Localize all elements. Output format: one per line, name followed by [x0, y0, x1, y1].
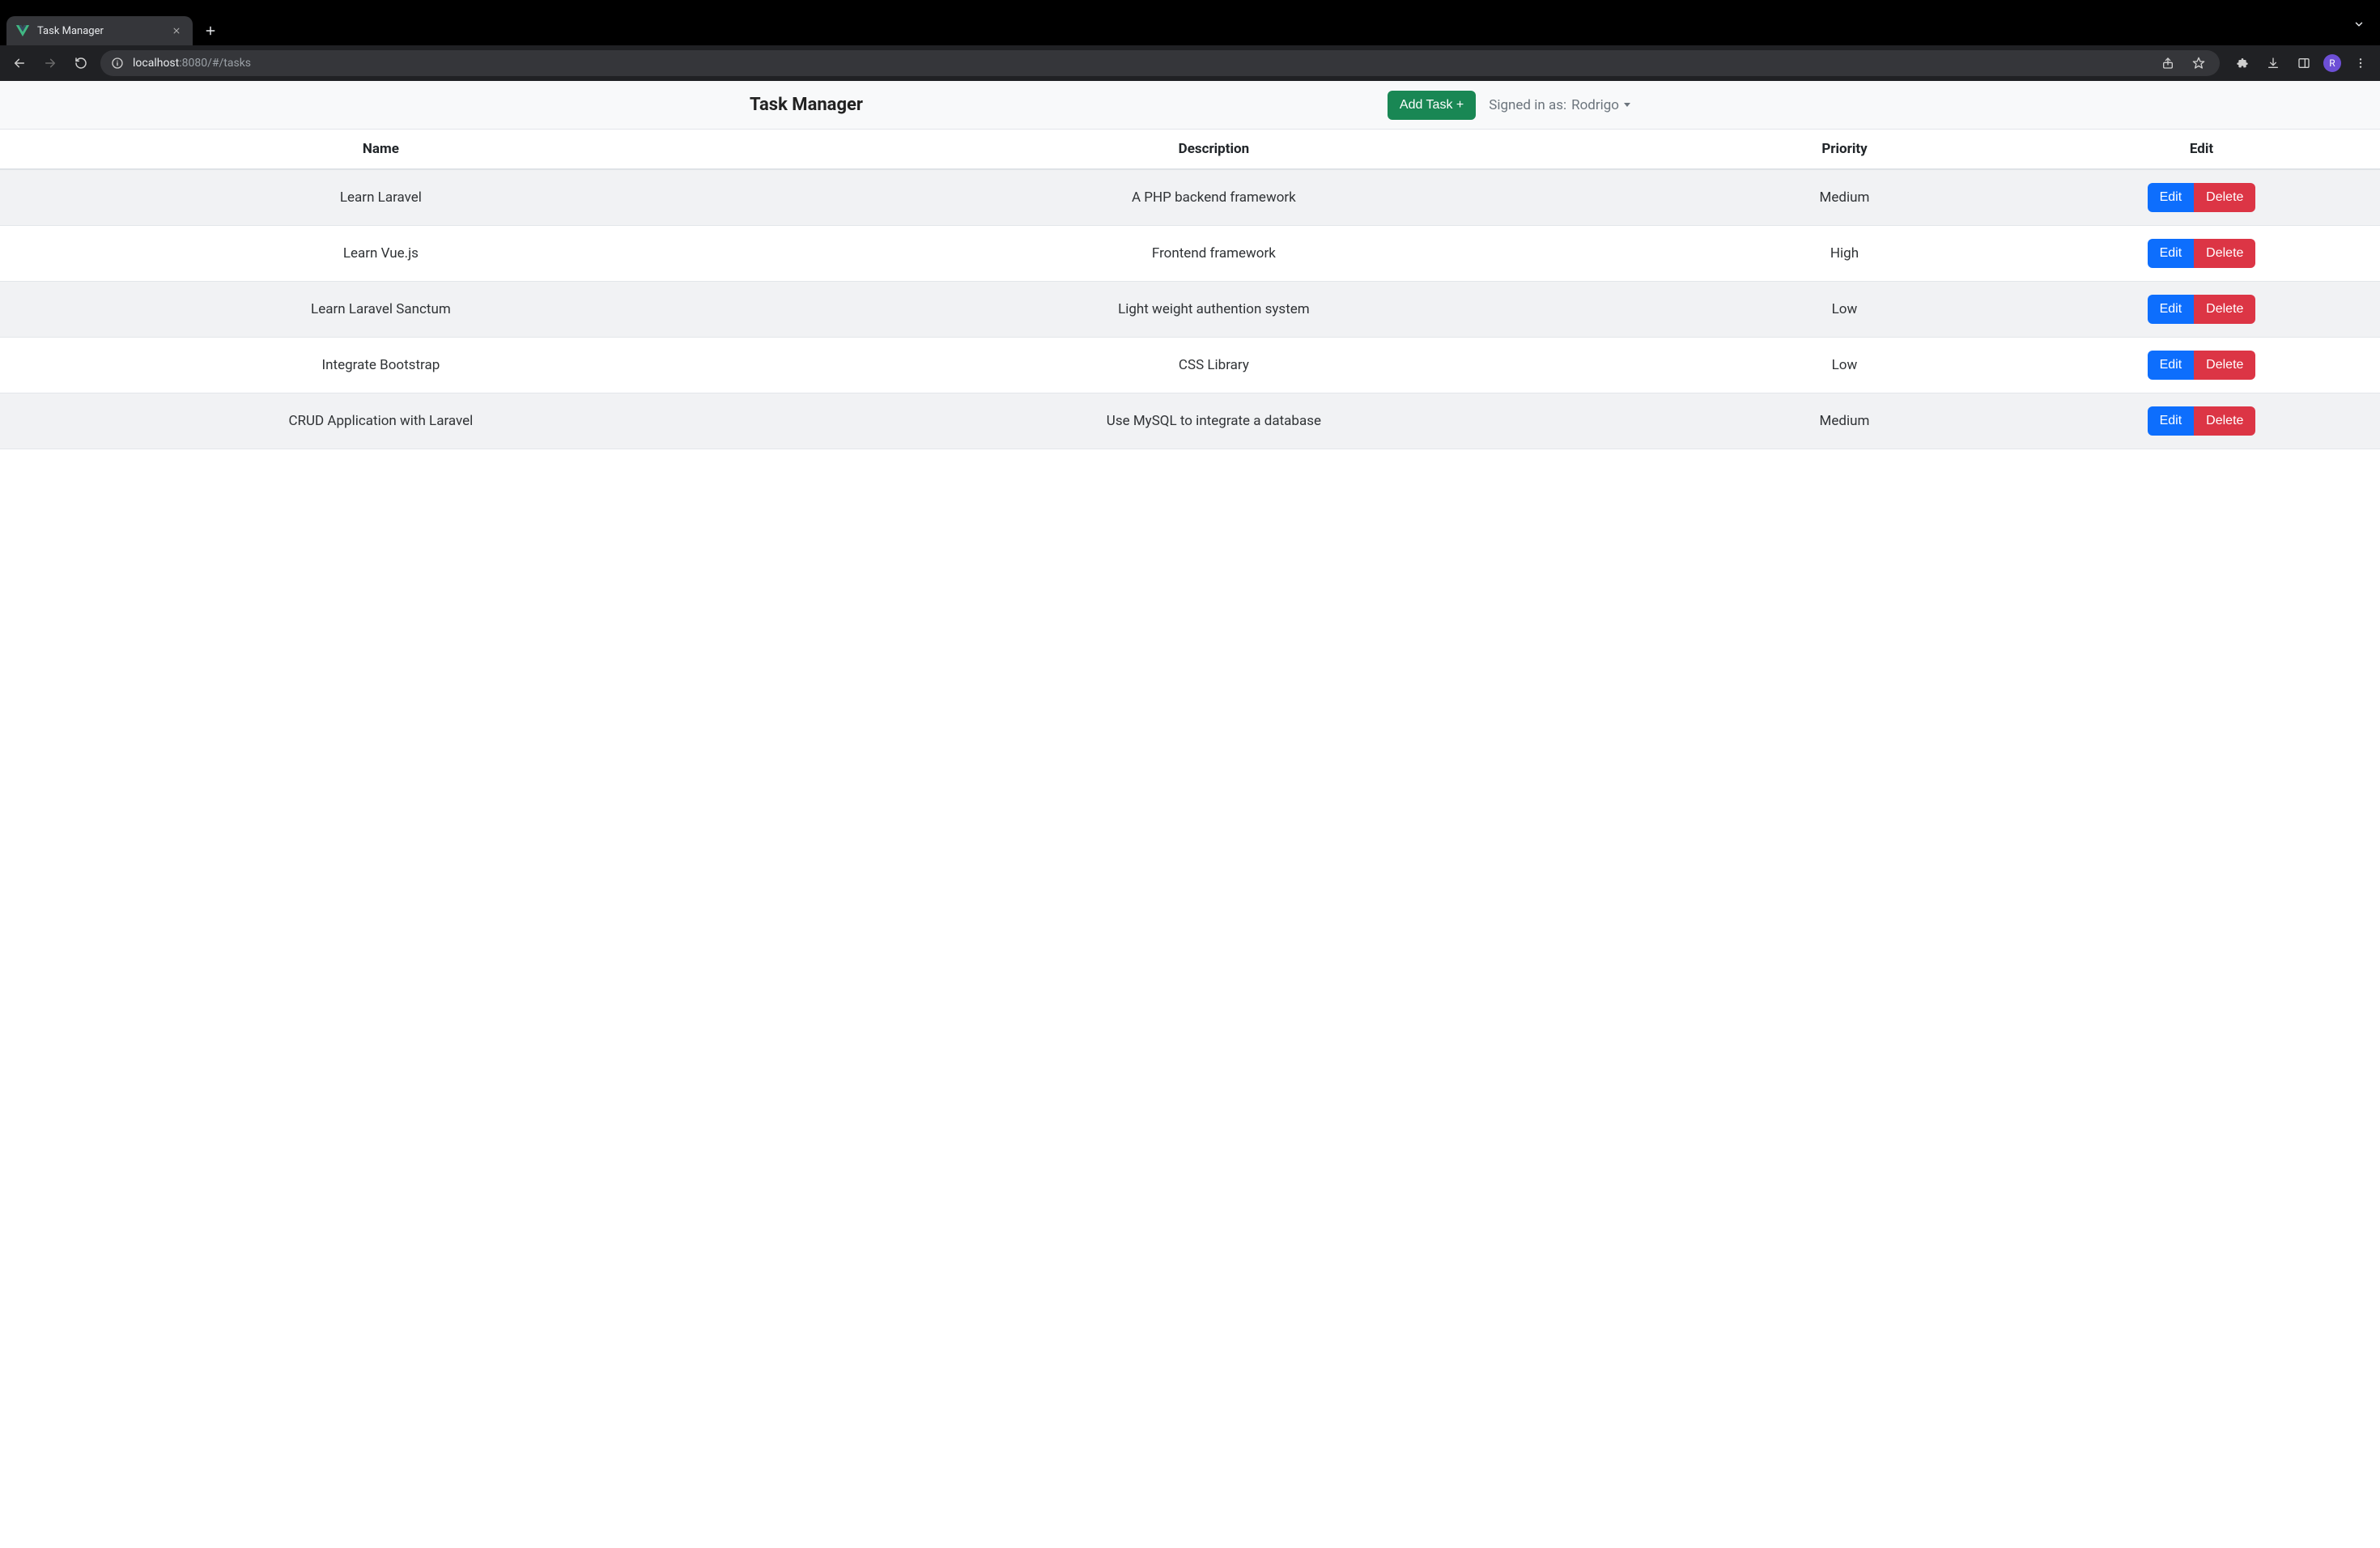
add-task-button[interactable]: Add Task + — [1388, 91, 1476, 120]
edit-button[interactable]: Edit — [2148, 406, 2195, 436]
edit-button[interactable]: Edit — [2148, 183, 2195, 212]
col-header-name: Name — [0, 130, 762, 169]
browser-tab-title: Task Manager — [37, 25, 162, 37]
profile-avatar[interactable]: R — [2323, 54, 2341, 72]
cell-description: Frontend framework — [762, 226, 1666, 282]
forward-button[interactable] — [39, 52, 62, 74]
edit-button[interactable]: Edit — [2148, 351, 2195, 380]
url-path: :8080/#/tasks — [179, 57, 251, 70]
delete-button[interactable]: Delete — [2194, 239, 2255, 268]
delete-button[interactable]: Delete — [2194, 406, 2255, 436]
cell-priority: Medium — [1666, 169, 2023, 226]
col-header-priority: Priority — [1666, 130, 2023, 169]
browser-chrome: Task Manager — [0, 0, 2380, 81]
delete-button[interactable]: Delete — [2194, 183, 2255, 212]
cell-name: Learn Laravel — [0, 169, 762, 226]
col-header-edit: Edit — [2023, 130, 2380, 169]
toolbar-right: R — [2228, 52, 2372, 74]
cell-description: Use MySQL to integrate a database — [762, 393, 1666, 449]
signed-in-prefix: Signed in as: — [1489, 97, 1566, 113]
cell-name: Learn Vue.js — [0, 226, 762, 282]
row-actions: EditDelete — [2148, 183, 2256, 212]
table-row: Learn LaravelA PHP backend frameworkMedi… — [0, 169, 2380, 226]
cell-name: Integrate Bootstrap — [0, 338, 762, 393]
row-actions: EditDelete — [2148, 239, 2256, 268]
edit-button[interactable]: Edit — [2148, 239, 2195, 268]
caret-down-icon — [1624, 103, 1630, 107]
col-header-description: Description — [762, 130, 1666, 169]
user-menu[interactable]: Signed in as: Rodrigo — [1489, 97, 1630, 113]
site-info-icon[interactable] — [110, 56, 125, 70]
tasks-table: Name Description Priority Edit Learn Lar… — [0, 130, 2380, 449]
side-panel-icon[interactable] — [2293, 52, 2315, 74]
profile-avatar-initial: R — [2329, 57, 2335, 69]
share-icon[interactable] — [2157, 52, 2179, 74]
browser-toolbar: localhost:8080/#/tasks — [0, 45, 2380, 81]
page: Task Manager Add Task + Signed in as: Ro… — [0, 81, 2380, 449]
downloads-icon[interactable] — [2262, 52, 2284, 74]
row-actions: EditDelete — [2148, 295, 2256, 324]
browser-tab[interactable]: Task Manager — [6, 16, 193, 45]
table-row: Learn Laravel SanctumLight weight authen… — [0, 282, 2380, 338]
table-row: CRUD Application with LaravelUse MySQL t… — [0, 393, 2380, 449]
row-actions: EditDelete — [2148, 406, 2256, 436]
row-actions: EditDelete — [2148, 351, 2256, 380]
delete-button[interactable]: Delete — [2194, 351, 2255, 380]
reload-button[interactable] — [70, 52, 92, 74]
tab-close-icon[interactable] — [170, 24, 183, 37]
edit-button[interactable]: Edit — [2148, 295, 2195, 324]
cell-actions: EditDelete — [2023, 338, 2380, 393]
signed-in-username: Rodrigo — [1571, 97, 1619, 113]
vue-favicon-icon — [16, 24, 29, 37]
cell-actions: EditDelete — [2023, 226, 2380, 282]
delete-button[interactable]: Delete — [2194, 295, 2255, 324]
cell-description: CSS Library — [762, 338, 1666, 393]
tabs-overflow-button[interactable] — [2349, 15, 2369, 34]
address-bar[interactable]: localhost:8080/#/tasks — [100, 50, 2220, 76]
back-button[interactable] — [8, 52, 31, 74]
cell-name: Learn Laravel Sanctum — [0, 282, 762, 338]
cell-priority: High — [1666, 226, 2023, 282]
cell-priority: Medium — [1666, 393, 2023, 449]
table-row: Learn Vue.jsFrontend frameworkHigh EditDe… — [0, 226, 2380, 282]
tab-strip: Task Manager — [0, 0, 2380, 45]
app-navbar: Task Manager Add Task + Signed in as: Ro… — [0, 81, 2380, 130]
kebab-menu-icon[interactable] — [2349, 52, 2372, 74]
address-bar-url: localhost:8080/#/tasks — [133, 57, 2148, 70]
cell-description: Light weight authention system — [762, 282, 1666, 338]
extensions-icon[interactable] — [2231, 52, 2254, 74]
cell-actions: EditDelete — [2023, 282, 2380, 338]
cell-priority: Low — [1666, 282, 2023, 338]
table-row: Integrate BootstrapCSS LibraryLow EditDel… — [0, 338, 2380, 393]
cell-name: CRUD Application with Laravel — [0, 393, 762, 449]
app-brand[interactable]: Task Manager — [750, 95, 863, 115]
cell-description: A PHP backend framework — [762, 169, 1666, 226]
cell-actions: EditDelete — [2023, 393, 2380, 449]
cell-priority: Low — [1666, 338, 2023, 393]
new-tab-button[interactable] — [199, 19, 222, 42]
bookmark-star-icon[interactable] — [2187, 52, 2210, 74]
url-host: localhost — [133, 57, 179, 70]
cell-actions: EditDelete — [2023, 169, 2380, 226]
